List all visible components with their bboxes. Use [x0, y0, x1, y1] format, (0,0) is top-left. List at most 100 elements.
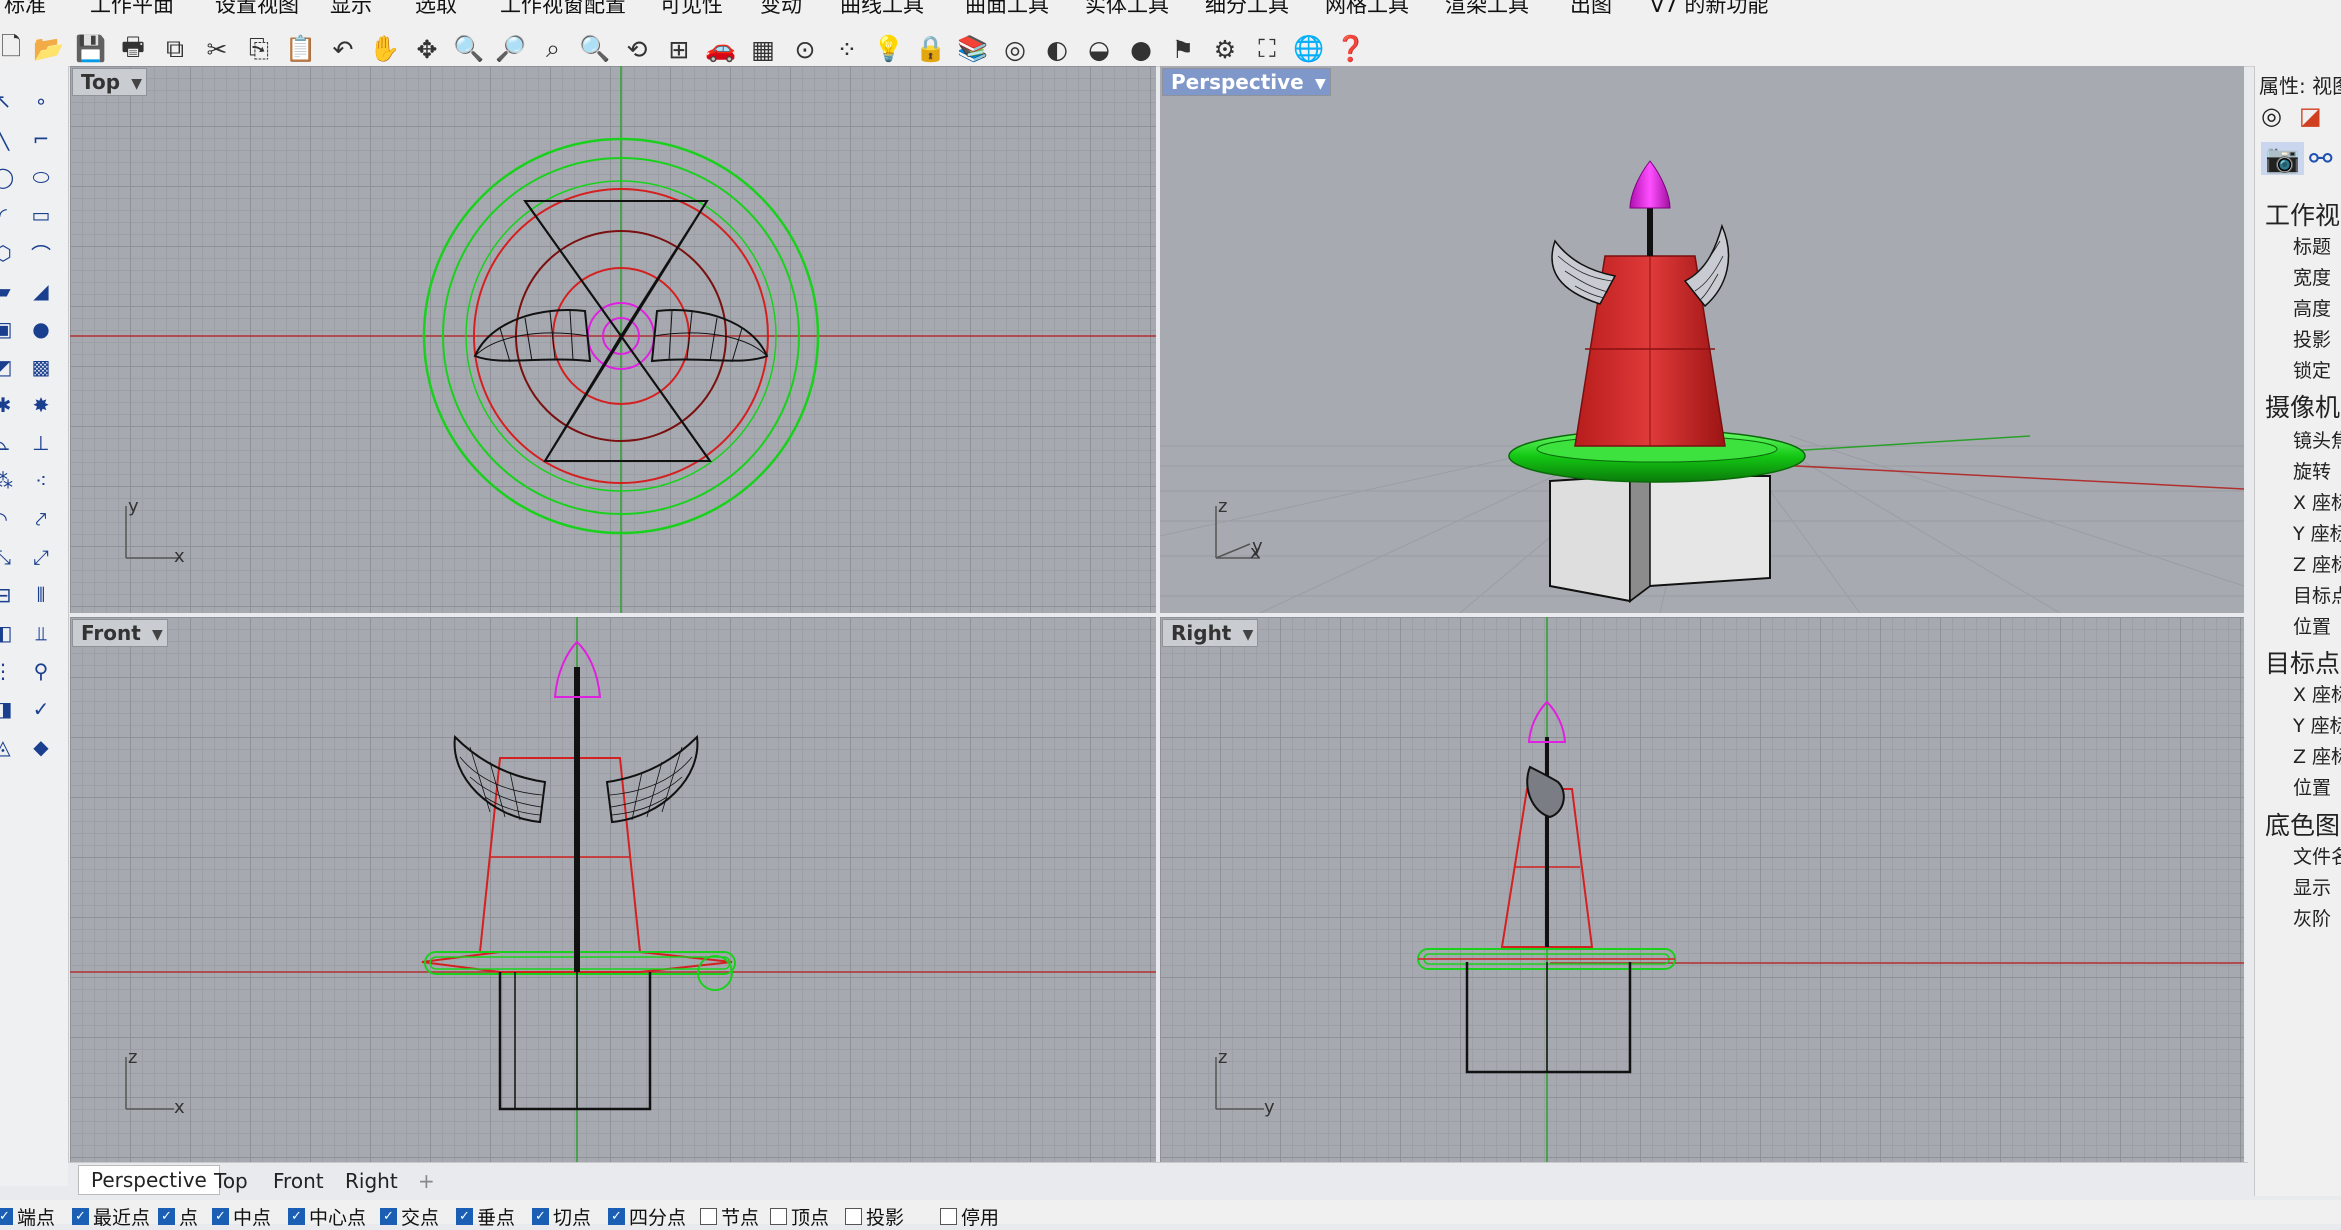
menu-set-view[interactable]: 设置视图	[215, 0, 299, 14]
menu-standard[interactable]: 标准	[4, 0, 46, 14]
rectangle-icon[interactable]: ▭	[26, 200, 56, 230]
checkbox-icon[interactable]	[940, 1208, 957, 1225]
select-arrow-icon[interactable]: ↖	[0, 86, 18, 116]
menu-solid-tools[interactable]: 实体工具	[1085, 0, 1169, 14]
render-sphere-icon[interactable]: ◐	[1040, 32, 1074, 66]
zoom-selected-icon[interactable]: 🔍	[578, 32, 612, 66]
section-target[interactable]: 目标点	[2265, 644, 2340, 680]
osnap-mid[interactable]: ✓ 中点	[212, 1203, 271, 1230]
menu-transform[interactable]: 变动	[760, 0, 802, 14]
trim-icon[interactable]: ◧	[0, 618, 18, 648]
new-icon[interactable]: 🗋	[0, 32, 28, 66]
tab-top[interactable]: Top	[214, 1169, 248, 1193]
surface-edge-icon[interactable]: ◢	[26, 276, 56, 306]
ellipse-icon[interactable]: ⬭	[26, 162, 56, 192]
menu-subd-tools[interactable]: 细分工具	[1205, 0, 1289, 14]
curve-icon[interactable]: ⌒	[26, 238, 56, 268]
chevron-down-icon[interactable]: ▼	[1243, 622, 1254, 648]
section-wallpaper[interactable]: 底色图案	[2265, 806, 2341, 842]
lock-icon[interactable]: 🔒	[914, 32, 948, 66]
viewport-front[interactable]: z x Front ▼	[70, 617, 1156, 1162]
sphere-icon[interactable]: ●	[26, 314, 56, 344]
join-icon[interactable]: ⋮	[0, 656, 18, 686]
checkbox-icon[interactable]	[700, 1208, 717, 1225]
osnap-quad[interactable]: ✓ 四分点	[608, 1203, 686, 1230]
section-viewport[interactable]: 工作视窗	[2265, 196, 2341, 232]
print-icon[interactable]: 🖶	[116, 32, 150, 66]
render-icon[interactable]: ●	[1124, 32, 1158, 66]
checkbox-icon[interactable]: ✓	[72, 1208, 89, 1225]
osnap-disable[interactable]: 停用	[940, 1203, 999, 1230]
add-tab-icon[interactable]: +	[418, 1169, 435, 1193]
checkbox-icon[interactable]	[770, 1208, 787, 1225]
light-tool-icon[interactable]: ✱	[0, 390, 18, 420]
viewport-title-top[interactable]: Top ▼	[72, 68, 148, 96]
surface-icon[interactable]: ▰	[0, 276, 18, 306]
checkbox-icon[interactable]: ✓	[532, 1208, 549, 1225]
snap-icon[interactable]: ⊙	[788, 32, 822, 66]
menu-visibility[interactable]: 可见性	[660, 0, 723, 14]
zoom-extents-icon[interactable]: ⌕	[536, 32, 570, 66]
camera-icon[interactable]: 📷	[2261, 142, 2304, 175]
checkbox-icon[interactable]	[845, 1208, 862, 1225]
mirror-icon[interactable]: ⫴	[26, 580, 56, 610]
box-icon[interactable]: ▣	[0, 314, 18, 344]
color-wheel-icon[interactable]: ◎	[2261, 102, 2282, 130]
checkbox-icon[interactable]: ✓	[0, 1208, 13, 1225]
zoom-icon[interactable]: 🔍	[452, 32, 486, 66]
tab-perspective[interactable]: Perspective	[78, 1165, 220, 1195]
four-viewports-icon[interactable]: ⊞	[662, 32, 696, 66]
checkbox-icon[interactable]: ✓	[212, 1208, 229, 1225]
color-wheel-icon[interactable]: ◎	[998, 32, 1032, 66]
viewport-title-perspective[interactable]: Perspective ▼	[1162, 68, 1331, 96]
osnap-end[interactable]: ✓ 端点	[0, 1203, 55, 1230]
menu-drafting[interactable]: 出图	[1570, 0, 1612, 14]
viewport-title-front[interactable]: Front ▼	[72, 619, 168, 647]
osnap-point[interactable]: ✓ 点	[158, 1203, 198, 1230]
arc-icon[interactable]: ◜	[0, 200, 18, 230]
globe-icon[interactable]: 🌐	[1292, 32, 1326, 66]
points-icon[interactable]: ⁘	[830, 32, 864, 66]
chevron-down-icon[interactable]: ▼	[152, 622, 163, 648]
car-icon[interactable]: 🚗	[704, 32, 738, 66]
array-icon[interactable]: ⊟	[0, 580, 18, 610]
polygon-icon[interactable]: ⬡	[0, 238, 18, 268]
material-icon[interactable]: ◆	[26, 732, 56, 762]
tab-front[interactable]: Front	[273, 1169, 324, 1193]
save-icon[interactable]: 💾	[74, 32, 108, 66]
copy-icon[interactable]: ⎘	[242, 32, 276, 66]
osnap-perp[interactable]: ✓ 垂点	[456, 1203, 515, 1230]
rotate-view-icon[interactable]: ✥	[410, 32, 444, 66]
mesh-plane-icon[interactable]: ▩	[26, 352, 56, 382]
link-icon[interactable]: ⚯	[2309, 142, 2332, 175]
osnap-knot[interactable]: 节点	[700, 1203, 759, 1230]
annotation-icon[interactable]: ⊥	[26, 428, 56, 458]
menu-curve-tools[interactable]: 曲线工具	[840, 0, 924, 14]
menu-mesh-tools[interactable]: 网格工具	[1325, 0, 1409, 14]
checkbox-icon[interactable]: ✓	[608, 1208, 625, 1225]
viewport-top[interactable]: y x Top ▼	[70, 66, 1156, 613]
polyline-icon[interactable]: ⌐	[26, 124, 56, 154]
osnap-int[interactable]: ✓ 交点	[380, 1203, 439, 1230]
checkbox-icon[interactable]: ✓	[288, 1208, 305, 1225]
tab-right[interactable]: Right	[345, 1169, 398, 1193]
chamfer-icon[interactable]: ⤤	[26, 504, 56, 534]
osnap-center[interactable]: ✓ 中心点	[288, 1203, 366, 1230]
dimension-icon[interactable]: ⊾	[0, 428, 18, 458]
light-icon[interactable]: 💡	[872, 32, 906, 66]
help-icon[interactable]: ❓	[1334, 32, 1368, 66]
viewport-perspective[interactable]: z x y Perspective ▼	[1160, 66, 2244, 613]
analyze-icon[interactable]: ◨	[0, 694, 18, 724]
osnap-vertex[interactable]: 顶点	[770, 1203, 829, 1230]
osnap-near[interactable]: ✓ 最近点	[72, 1203, 150, 1230]
scale-icon[interactable]: ⤢	[26, 542, 56, 572]
lamp-icon[interactable]: ⚑	[1166, 32, 1200, 66]
undo-view-icon[interactable]: ⟲	[620, 32, 654, 66]
menu-select[interactable]: 选取	[415, 0, 457, 14]
fillet-icon[interactable]: ◝	[0, 504, 18, 534]
material-icon[interactable]: ◪	[2299, 102, 2322, 130]
menu-surface-tools[interactable]: 曲面工具	[965, 0, 1049, 14]
paste-icon[interactable]: 📋	[284, 32, 318, 66]
display-mode-icon[interactable]: ◒	[1082, 32, 1116, 66]
checkbox-icon[interactable]: ✓	[380, 1208, 397, 1225]
